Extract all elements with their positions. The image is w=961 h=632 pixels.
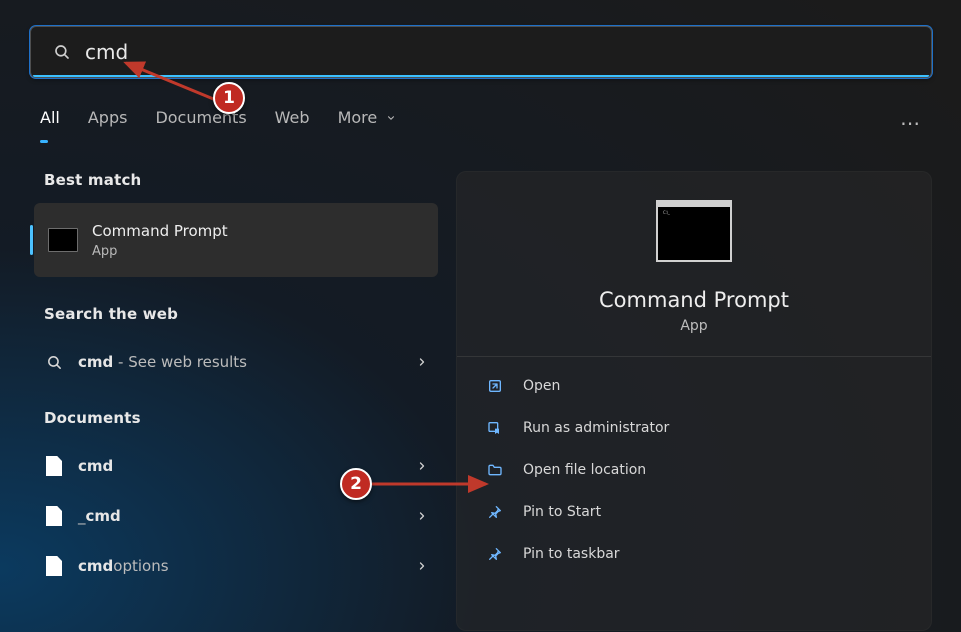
search-web-heading: Search the web	[44, 305, 440, 323]
action-open[interactable]: Open	[477, 365, 911, 407]
chevron-right-icon	[416, 353, 428, 372]
search-input[interactable]	[85, 27, 931, 77]
command-prompt-icon	[48, 228, 78, 252]
best-match-title: Command Prompt	[92, 222, 228, 240]
action-run-as-admin[interactable]: Run as administrator	[477, 407, 911, 449]
action-label: Open file location	[523, 462, 646, 478]
tab-documents[interactable]: Documents	[155, 108, 246, 137]
app-title: Command Prompt	[599, 288, 789, 312]
chevron-right-icon	[416, 557, 428, 576]
document-label: cmdoptions	[78, 557, 416, 575]
best-match-heading: Best match	[44, 171, 440, 189]
chevron-down-icon	[386, 108, 396, 127]
pin-icon	[485, 504, 505, 520]
tab-all[interactable]: All	[40, 108, 60, 137]
divider	[457, 356, 931, 357]
tab-more[interactable]: More	[338, 108, 397, 137]
document-item[interactable]: _cmd	[30, 491, 440, 541]
command-prompt-large-icon: C:\_	[656, 200, 732, 262]
chevron-right-icon	[416, 457, 428, 476]
pin-icon	[485, 546, 505, 562]
document-item[interactable]: cmdoptions	[30, 541, 440, 591]
admin-icon	[485, 420, 505, 436]
search-icon	[53, 43, 71, 61]
web-result-label: cmd - See web results	[78, 353, 416, 371]
chevron-right-icon	[416, 507, 428, 526]
file-icon	[44, 506, 64, 526]
app-details-panel: C:\_ Command Prompt App Open Run as admi…	[456, 171, 932, 631]
tab-web[interactable]: Web	[275, 108, 310, 137]
document-item[interactable]: cmd	[30, 441, 440, 491]
action-label: Run as administrator	[523, 420, 669, 436]
action-open-file-location[interactable]: Open file location	[477, 449, 911, 491]
search-box[interactable]	[30, 26, 932, 78]
folder-icon	[485, 462, 505, 478]
document-label: cmd	[78, 457, 416, 475]
best-match-subtitle: App	[92, 244, 228, 259]
file-icon	[44, 456, 64, 476]
web-result-item[interactable]: cmd - See web results	[30, 337, 440, 387]
open-icon	[485, 378, 505, 394]
action-label: Pin to taskbar	[523, 546, 620, 562]
file-icon	[44, 556, 64, 576]
action-label: Pin to Start	[523, 504, 601, 520]
app-subtitle: App	[680, 318, 707, 334]
action-pin-to-taskbar[interactable]: Pin to taskbar	[477, 533, 911, 575]
action-pin-to-start[interactable]: Pin to Start	[477, 491, 911, 533]
filter-tabs: All Apps Documents Web More	[40, 108, 396, 137]
search-icon	[44, 354, 64, 371]
annotation-badge-label: 1	[223, 88, 235, 108]
overflow-menu-button[interactable]: ⋯	[900, 111, 922, 135]
tab-apps[interactable]: Apps	[88, 108, 128, 137]
best-match-result[interactable]: Command Prompt App	[34, 203, 438, 277]
documents-heading: Documents	[44, 409, 440, 427]
document-label: _cmd	[78, 507, 416, 525]
tab-more-label: More	[338, 108, 378, 127]
action-label: Open	[523, 378, 560, 394]
